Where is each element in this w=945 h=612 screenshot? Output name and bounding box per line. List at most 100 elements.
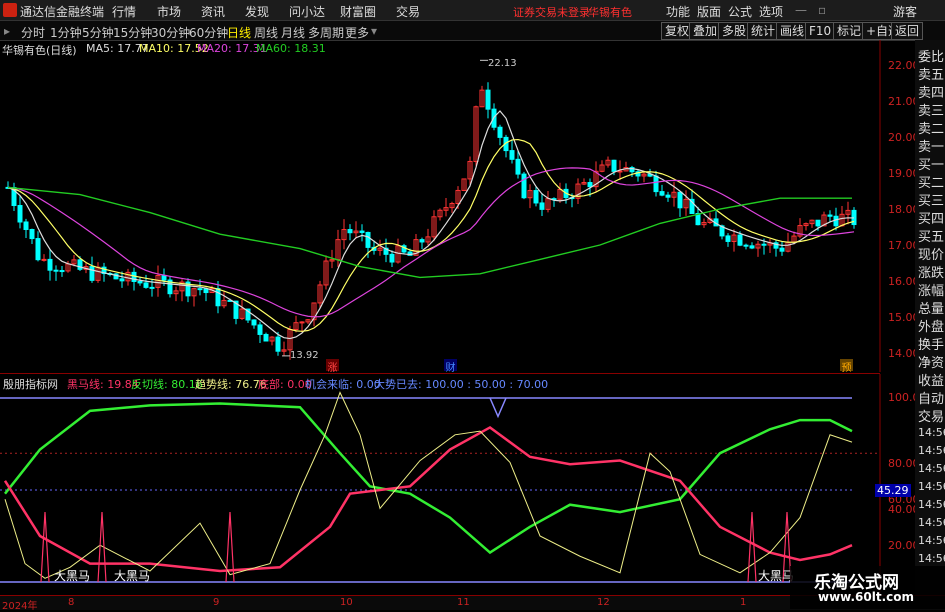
period-30min[interactable]: 30分钟 [151,24,190,41]
kline-chart[interactable] [0,40,915,372]
candle-body [161,274,167,281]
candle-body [485,89,491,110]
candle-body [725,235,731,242]
menu-guest[interactable]: 游客 [893,3,917,20]
menu-wealth[interactable]: 财富圈 [340,3,376,20]
period-minute-chart[interactable]: 分时 [21,24,45,41]
auto-trade-label[interactable]: 交易 [918,406,944,425]
candle-body [41,258,47,261]
event-mark-forecast[interactable]: 预 [840,359,853,374]
candle-body [419,239,425,243]
black-horse-value: 黑马线: 19.84 [67,378,139,391]
side-label: 卖四 [918,86,945,101]
candle-body [203,288,209,294]
candle-body [53,269,59,272]
horse-label: 大黑马 [114,569,151,583]
candle-body [653,175,659,193]
side-label: 委比 [918,50,945,65]
gone-notch [489,397,507,419]
candle-body [497,126,503,138]
tick-time: 14:56 [918,498,945,511]
menu-layout[interactable]: 版面 [697,3,721,20]
btn-mark[interactable]: 标记 [833,22,866,40]
candle-body [677,191,683,209]
signal-spike [97,512,107,583]
candle-body [509,150,515,160]
watermark-url: www.60lt.com [818,590,915,604]
btn-multi-stock[interactable]: 多股 [718,22,751,40]
menu-formula[interactable]: 公式 [728,3,752,20]
btn-f10[interactable]: F10 [805,22,836,40]
trend-value: 趋势线: 76.76 [195,378,267,391]
black-horse-line [3,425,853,573]
menu-discover[interactable]: 发现 [245,3,269,20]
candle-body [197,288,203,291]
period-5min[interactable]: 5分钟 [82,24,114,41]
trend-line [4,391,853,579]
side-label: 买三 [918,194,945,209]
horse-label: 大黑马 [54,569,91,583]
candle-body [143,282,149,288]
period-monthly[interactable]: 月线 [281,24,305,41]
candle-body [611,159,617,172]
event-mark-rise[interactable]: 涨 [326,359,339,374]
btn-draw[interactable]: 画线 [776,22,809,40]
period-weekly[interactable]: 周线 [254,24,278,41]
menu-trade[interactable]: 交易 [396,3,420,20]
toolbar-menu-icon[interactable]: ▸ [4,24,10,38]
menu-options[interactable]: 选项 [759,3,783,20]
period-15min[interactable]: 15分钟 [113,24,152,41]
period-60min[interactable]: 60分钟 [189,24,228,41]
side-label: 现价 [918,248,945,263]
menu-market-quotes[interactable]: 行情 [112,3,136,20]
side-label: 卖五 [918,68,945,83]
menu-market[interactable]: 市场 [157,3,181,20]
side-label: 买四 [918,212,945,227]
restore-icon[interactable]: ▫ [818,3,826,17]
candle-body [779,247,785,252]
menu-news[interactable]: 资讯 [201,3,225,20]
date-tick: 9 [213,597,220,608]
auto-trade-label[interactable]: 自动 [918,388,944,407]
menu-ask[interactable]: 问小达 [289,3,325,20]
candle-body [815,219,821,227]
side-label: 收益 [918,374,945,389]
candle-body [587,182,593,188]
more-dropdown-icon[interactable]: ▾ [371,24,377,38]
btn-back[interactable]: 返回 [891,22,924,40]
candle-body [347,229,353,234]
gone-value: 大势已去: 100.00 : 50.00 : 70.00 [374,378,549,391]
date-tick: 12 [597,597,610,608]
period-1min[interactable]: 1分钟 [50,24,82,41]
app-logo-icon [3,3,17,17]
candle-body [89,266,95,281]
watermark: 乐淘公式网 www.60lt.com [790,566,945,609]
date-tick: 8 [68,597,75,608]
btn-stats[interactable]: 统计 [747,22,780,40]
period-multi[interactable]: 多周期 [308,24,344,41]
candle-body [131,271,137,282]
candle-body [59,270,65,273]
indicator-chart[interactable] [0,374,915,596]
candle-body [251,319,257,326]
candle-body [263,333,269,342]
tick-time: 14:56 [918,426,945,439]
candle-body [215,288,221,307]
tick-time: 14:56 [918,516,945,529]
candle-body [365,231,371,248]
candle-body [743,244,749,247]
bottom-value: 底部: 0.00 [258,378,312,391]
side-label: 卖三 [918,104,945,119]
menu-function[interactable]: 功能 [666,3,690,20]
date-tick: 2024年 [2,601,38,612]
indicator-pane[interactable]: 殷朋指标网 黑马线: 19.84 反切线: 80.16 趋势线: 76.76 底… [0,373,881,596]
period-more[interactable]: 更多 [345,24,369,41]
side-label: 净资 [918,356,945,371]
btn-overlay[interactable]: 叠加 [689,22,722,40]
minimize-icon[interactable]: — [795,3,807,17]
kline-pane[interactable]: 华锡有色(日线) MA5: 17.77 MA10: 17.52 MA20: 17… [0,40,881,372]
kline-stock-title: 华锡有色(日线) [2,44,77,57]
event-mark-finance[interactable]: 财 [444,359,457,374]
login-warning[interactable]: 证券交易未登录 [513,4,590,20]
period-daily[interactable]: 日线 [227,24,251,41]
